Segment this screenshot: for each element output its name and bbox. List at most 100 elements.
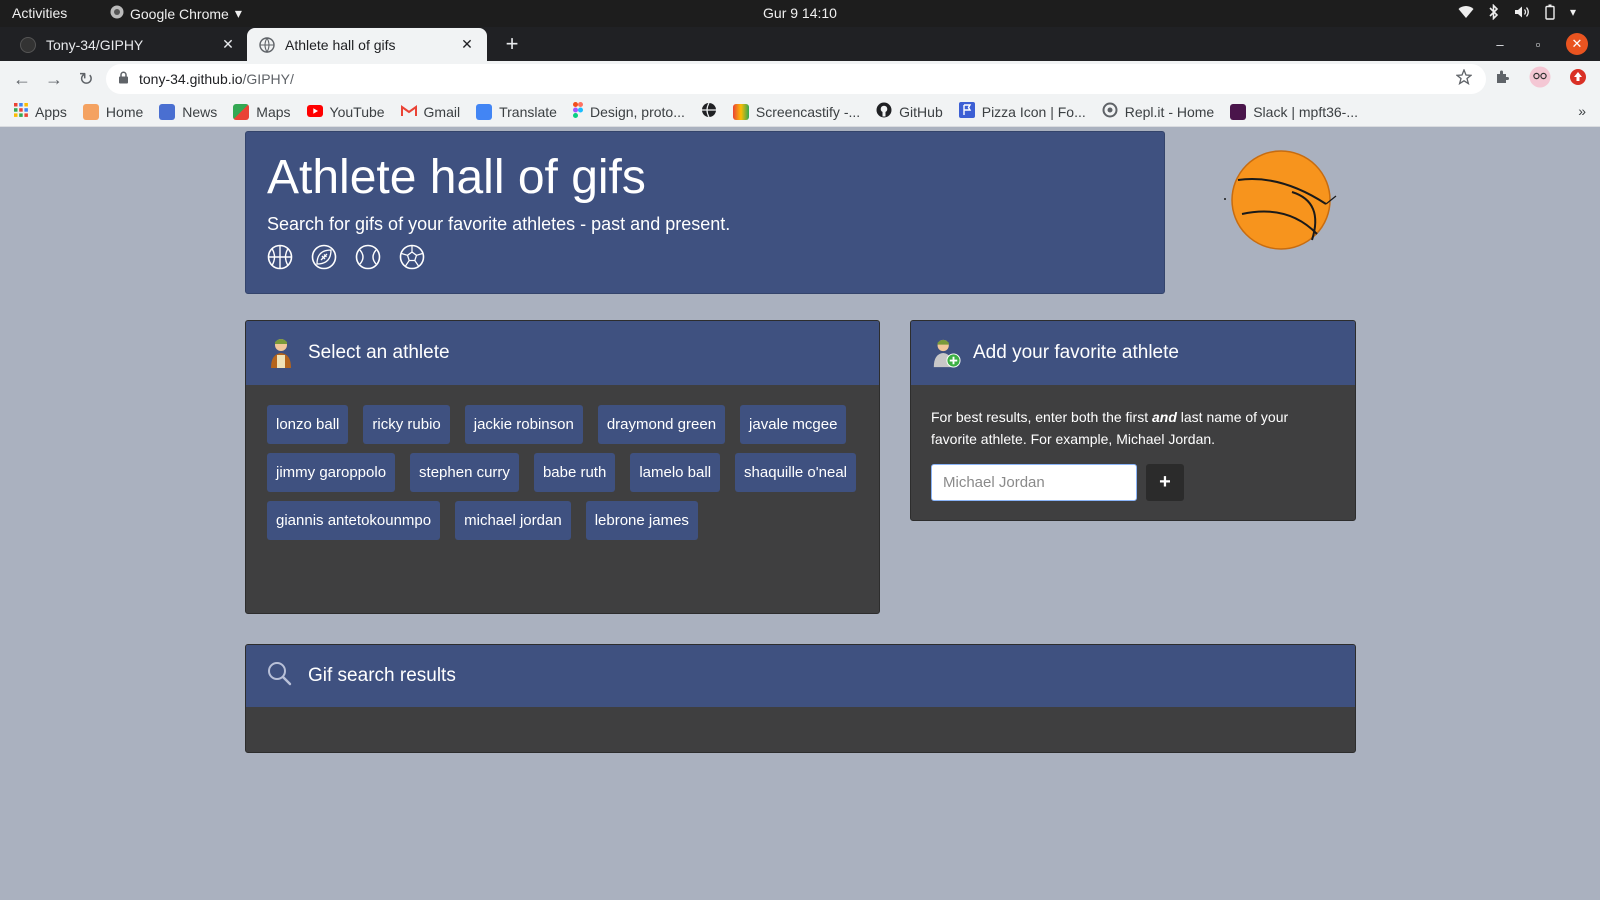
bookmark-star-icon[interactable] [1450,63,1478,91]
basketball-icon [267,244,293,270]
github-icon [876,102,892,121]
tab-athlete-hall[interactable]: Athlete hall of gifs ✕ [247,28,487,61]
athlete-button[interactable]: draymond green [597,405,726,444]
bookmark-replit[interactable]: Repl.it - Home [1102,102,1214,121]
athlete-icon [266,337,296,369]
extension-red-icon[interactable] [1564,63,1592,91]
athlete-button[interactable]: shaquille o'neal [735,453,856,492]
back-icon[interactable]: ← [6,63,38,95]
athlete-button[interactable]: lonzo ball [267,405,349,444]
add-athlete-form: + [931,464,1335,501]
news-icon [159,103,176,120]
translate-icon [476,103,493,120]
add-instructions: For best results, enter both the first a… [931,406,1335,450]
athlete-button[interactable]: javale mcgee [740,405,847,444]
lock-icon [118,71,129,87]
bookmark-screencastify[interactable]: Screencastify -... [732,103,860,120]
replit-icon [1102,102,1118,121]
tab-title: Athlete hall of gifs [285,36,396,53]
card-header: Add your favorite athlete [911,321,1355,385]
activities-button[interactable]: Activities [12,5,67,21]
bookmark-globe[interactable] [701,102,717,121]
bookmark-news[interactable]: News [159,103,217,120]
page-title: Athlete hall of gifs [267,151,646,204]
os-top-bar: Activities Google Chrome ▾ Gur 9 14:10 ▾ [0,0,1600,27]
athlete-name-input[interactable] [931,464,1137,501]
flag-icon [958,102,975,121]
bookmark-label: Maps [256,103,291,120]
bookmark-home[interactable]: Home [82,103,144,120]
bookmark-label: Gmail [423,103,461,120]
athlete-button[interactable]: babe ruth [533,453,616,492]
baseball-icon [355,244,381,270]
restore-icon[interactable]: ▫ [1526,32,1550,56]
bookmark-apps[interactable]: Apps [14,103,67,120]
screencastify-icon [732,103,749,120]
bookmarks-bar: Apps Home News Maps YouTube Gmail Transl… [0,97,1600,127]
add-athlete-body: For best results, enter both the first a… [911,385,1355,520]
bookmark-maps[interactable]: Maps [233,103,291,120]
forward-icon[interactable]: → [38,63,70,95]
bookmark-youtube[interactable]: YouTube [306,104,385,120]
gmail-icon [400,104,417,120]
football-icon [311,244,337,270]
chevron-down-icon: ▾ [234,5,242,21]
card-header: Gif search results [246,645,1355,707]
minimize-icon[interactable]: – [1488,32,1512,56]
close-window-icon[interactable]: ✕ [1566,33,1588,55]
athlete-button[interactable]: lebrone james [585,501,698,540]
reload-icon[interactable]: ↻ [70,63,102,95]
volume-icon [1514,4,1530,20]
bookmark-figma[interactable]: Design, proto... [572,102,685,121]
bookmark-gmail[interactable]: Gmail [400,103,461,120]
athlete-button[interactable]: lamelo ball [630,453,721,492]
athlete-button[interactable]: jimmy garoppolo [267,453,396,492]
home-icon [82,103,99,120]
profile-avatar-icon[interactable] [1526,63,1554,91]
search-icon [266,660,296,692]
bookmark-pizza-icon[interactable]: Pizza Icon | Fo... [958,102,1086,121]
more-bookmarks-icon[interactable]: » [1578,103,1586,119]
athlete-button[interactable]: ricky rubio [363,405,450,444]
add-athlete-icon [931,337,961,369]
gif-results-card: Gif search results [245,644,1356,753]
athlete-button-list: lonzo ball ricky rubio jackie robinson d… [246,385,879,540]
select-athlete-card: Select an athlete lonzo ball ricky rubio… [245,320,880,614]
extensions-icon[interactable] [1488,63,1516,91]
close-icon[interactable]: ✕ [459,36,475,53]
app-menu[interactable]: Google Chrome ▾ [110,5,242,22]
maps-icon [233,103,250,120]
system-tray[interactable]: ▾ [1458,4,1576,20]
sport-icons [267,244,1143,270]
card-heading: Select an athlete [308,342,450,363]
tab-strip: Tony-34/GIPHY ✕ Athlete hall of gifs ✕ +… [0,27,1600,61]
slack-icon [1230,103,1247,120]
address-bar[interactable]: tony-34.github.io/GIPHY/ [106,64,1486,94]
bluetooth-icon [1486,4,1502,20]
tab-github[interactable]: Tony-34/GIPHY ✕ [8,28,248,61]
athlete-button[interactable]: jackie robinson [464,405,583,444]
clock[interactable]: Gur 9 14:10 [763,5,837,21]
athlete-button[interactable]: michael jordan [455,501,571,540]
bookmark-translate[interactable]: Translate [476,103,557,120]
bookmark-label: Design, proto... [589,103,685,120]
bookmark-label: Translate [499,103,557,120]
athlete-button[interactable]: stephen curry [410,453,519,492]
bookmark-label: Slack | mpft36-... [1253,103,1358,120]
battery-icon [1542,4,1558,20]
add-athlete-button[interactable]: + [1146,464,1184,501]
new-tab-button[interactable]: + [498,30,526,58]
app-menu-label: Google Chrome [130,5,229,22]
bookmark-github[interactable]: GitHub [876,102,943,121]
athlete-button[interactable]: giannis antetokounmpo [267,501,441,540]
bookmark-slack[interactable]: Slack | mpft36-... [1230,103,1358,120]
bookmark-label: Home [105,103,144,120]
close-icon[interactable]: ✕ [220,36,236,53]
card-heading: Add your favorite athlete [973,342,1179,363]
bookmark-label: Pizza Icon | Fo... [981,103,1086,120]
youtube-icon [306,104,323,120]
navigation-bar: ← → ↻ tony-34.github.io/GIPHY/ [0,61,1600,97]
tab-title: Tony-34/GIPHY [46,36,144,53]
chevron-down-icon: ▾ [1569,5,1576,19]
figma-icon [572,102,583,121]
